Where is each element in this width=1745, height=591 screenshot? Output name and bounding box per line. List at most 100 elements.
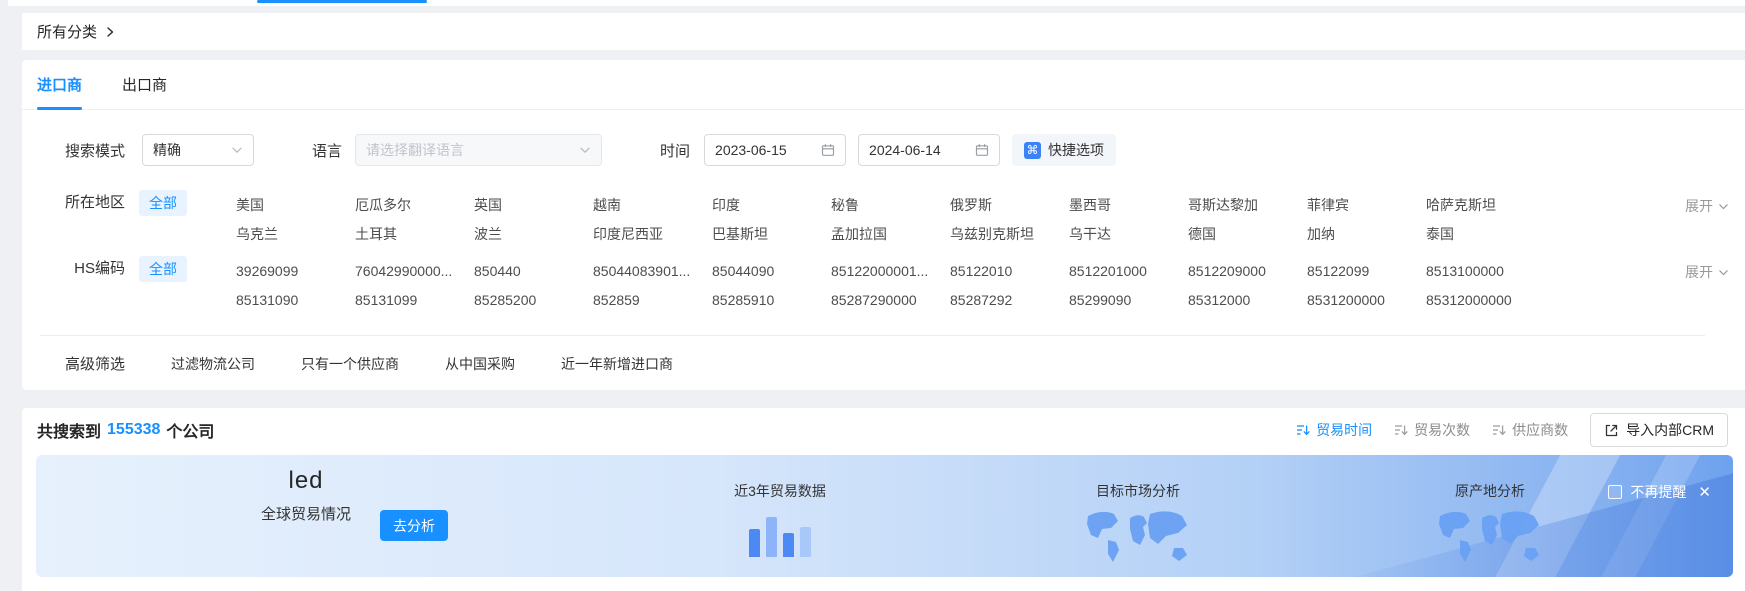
region-options-grid: 美国 厄瓜多尔 英国 越南 印度 秘鲁 俄罗斯 墨西哥 哥斯达黎加 菲律宾 哈萨… — [236, 190, 1545, 248]
region-item[interactable]: 孟加拉国 — [831, 224, 950, 244]
start-date-input[interactable]: 2023-06-15 — [704, 134, 846, 166]
hs-code-expand-button[interactable]: 展开 — [1685, 259, 1729, 285]
hs-code-filter-row: HS编码 全部 39269099 76042990000... 850440 8… — [22, 256, 1745, 314]
hs-code-item[interactable]: 85312000000 — [1426, 292, 1545, 308]
advanced-label: 高级筛选 — [22, 353, 125, 374]
sort-icon — [1394, 423, 1408, 437]
hs-code-item[interactable]: 85285910 — [712, 292, 831, 308]
results-header: 共搜索到 155338 个公司 贸易时间 贸易次数 — [22, 408, 1745, 448]
search-controls-row: 搜索模式 精确 语言 请选择翻译语言 时间 2023-06-15 — [22, 134, 1745, 166]
advanced-option[interactable]: 过滤物流公司 — [171, 354, 255, 374]
banner-section-origin: 原产地分析 — [1390, 481, 1590, 569]
region-item[interactable]: 美国 — [236, 195, 355, 215]
region-item[interactable]: 巴基斯坦 — [712, 224, 831, 244]
region-item[interactable]: 哥斯达黎加 — [1188, 195, 1307, 215]
sort-trade-time[interactable]: 贸易时间 — [1296, 420, 1372, 440]
hs-code-item[interactable]: 8513100000 — [1426, 263, 1545, 279]
hs-code-item[interactable]: 85287290000 — [831, 292, 950, 308]
hs-code-item[interactable]: 8512209000 — [1188, 263, 1307, 279]
filter-divider — [40, 335, 1705, 336]
dismiss-checkbox[interactable] — [1608, 485, 1622, 499]
close-icon[interactable]: ✕ — [1698, 483, 1711, 501]
hs-code-item[interactable]: 85299090 — [1069, 292, 1188, 308]
dismiss-group: 不再提醒 ✕ — [1608, 482, 1711, 502]
import-icon — [1604, 423, 1619, 438]
region-item[interactable]: 乌克兰 — [236, 224, 355, 244]
import-crm-label: 导入内部CRM — [1626, 420, 1714, 440]
region-item[interactable]: 墨西哥 — [1069, 195, 1188, 215]
region-item[interactable]: 哈萨克斯坦 — [1426, 195, 1545, 215]
hs-code-item[interactable]: 85044090 — [712, 263, 831, 279]
tab-exporter[interactable]: 出口商 — [122, 60, 167, 109]
chevron-right-icon — [104, 26, 116, 38]
hs-code-item[interactable]: 85044083901... — [593, 263, 712, 279]
hs-code-item[interactable]: 852859 — [593, 292, 712, 308]
sort-supplier-count[interactable]: 供应商数 — [1492, 420, 1568, 440]
tabs: 进口商 出口商 — [22, 60, 1745, 110]
region-item[interactable]: 土耳其 — [355, 224, 474, 244]
region-all-tag[interactable]: 全部 — [139, 190, 187, 216]
hs-code-item[interactable]: 850440 — [474, 263, 593, 279]
advanced-option[interactable]: 只有一个供应商 — [301, 354, 399, 374]
search-mode-select[interactable]: 精确 — [142, 134, 254, 166]
search-mode-value: 精确 — [153, 140, 181, 160]
banner-section-trade-data: 近3年贸易数据 — [680, 481, 880, 557]
region-item[interactable]: 越南 — [593, 195, 712, 215]
region-item[interactable]: 德国 — [1188, 224, 1307, 244]
language-select[interactable]: 请选择翻译语言 — [355, 134, 602, 166]
hs-code-item[interactable]: 85285200 — [474, 292, 593, 308]
advanced-option[interactable]: 近一年新增进口商 — [561, 354, 673, 374]
hs-code-item[interactable]: 85312000 — [1188, 292, 1307, 308]
target-market-title: 目标市场分析 — [1038, 481, 1238, 501]
banner-keyword-block: led 全球贸易情况 — [241, 467, 371, 524]
command-icon: ⌘ — [1024, 142, 1041, 159]
page: 所有分类 进口商 出口商 搜索模式 精确 语言 请选择翻译语言 — [0, 0, 1745, 591]
region-filter-row: 所在地区 全部 美国 厄瓜多尔 英国 越南 印度 秘鲁 俄罗斯 墨西哥 哥斯达黎… — [22, 190, 1745, 248]
region-item[interactable]: 英国 — [474, 195, 593, 215]
region-label: 所在地区 — [22, 190, 125, 216]
end-date-value: 2024-06-14 — [869, 142, 941, 158]
hs-code-item[interactable]: 85122099 — [1307, 263, 1426, 279]
hs-code-item[interactable]: 85287292 — [950, 292, 1069, 308]
region-item[interactable]: 乌兹别克斯坦 — [950, 224, 1069, 244]
breadcrumb[interactable]: 所有分类 — [37, 21, 97, 42]
hs-code-item[interactable]: 76042990000... — [355, 263, 474, 279]
tab-importer[interactable]: 进口商 — [37, 60, 82, 109]
upper-tab-underline — [257, 0, 427, 3]
advanced-option[interactable]: 从中国采购 — [445, 354, 515, 374]
advanced-filter-row: 高级筛选 过滤物流公司 只有一个供应商 从中国采购 近一年新增进口商 — [22, 349, 1745, 378]
results-toolbar: 贸易时间 贸易次数 供应商数 — [1296, 413, 1728, 447]
hs-code-item[interactable]: 85122010 — [950, 263, 1069, 279]
region-item[interactable]: 菲律宾 — [1307, 195, 1426, 215]
region-item[interactable]: 加纳 — [1307, 224, 1426, 244]
hs-code-item[interactable]: 85122000001... — [831, 263, 950, 279]
analyze-button[interactable]: 去分析 — [380, 510, 448, 541]
hs-code-all-tag[interactable]: 全部 — [139, 256, 187, 282]
sort-trade-count[interactable]: 贸易次数 — [1394, 420, 1470, 440]
bar-chart-icon — [680, 515, 880, 557]
hs-code-item[interactable]: 8512201000 — [1069, 263, 1188, 279]
hs-code-item[interactable]: 8531200000 — [1307, 292, 1426, 308]
region-item[interactable]: 俄罗斯 — [950, 195, 1069, 215]
hs-code-item[interactable]: 39269099 — [236, 263, 355, 279]
region-item[interactable]: 波兰 — [474, 224, 593, 244]
region-item[interactable]: 乌干达 — [1069, 224, 1188, 244]
region-item[interactable]: 秘鲁 — [831, 195, 950, 215]
region-item[interactable]: 印度 — [712, 195, 831, 215]
results-summary: 共搜索到 155338 个公司 — [37, 418, 214, 442]
quick-options-button[interactable]: ⌘ 快捷选项 — [1012, 134, 1116, 166]
region-item[interactable]: 印度尼西亚 — [593, 224, 712, 244]
import-crm-button[interactable]: 导入内部CRM — [1590, 413, 1728, 447]
banner-keyword: led — [241, 467, 371, 495]
origin-title: 原产地分析 — [1390, 481, 1590, 501]
hs-code-item[interactable]: 85131099 — [355, 292, 474, 308]
chevron-down-icon — [1718, 267, 1729, 278]
region-item[interactable]: 泰国 — [1426, 224, 1545, 244]
start-date-value: 2023-06-15 — [715, 142, 787, 158]
sort-icon — [1296, 423, 1310, 437]
region-item[interactable]: 厄瓜多尔 — [355, 195, 474, 215]
region-expand-button[interactable]: 展开 — [1685, 193, 1729, 219]
hs-code-item[interactable]: 85131090 — [236, 292, 355, 308]
dismiss-label: 不再提醒 — [1630, 482, 1686, 502]
end-date-input[interactable]: 2024-06-14 — [858, 134, 1000, 166]
